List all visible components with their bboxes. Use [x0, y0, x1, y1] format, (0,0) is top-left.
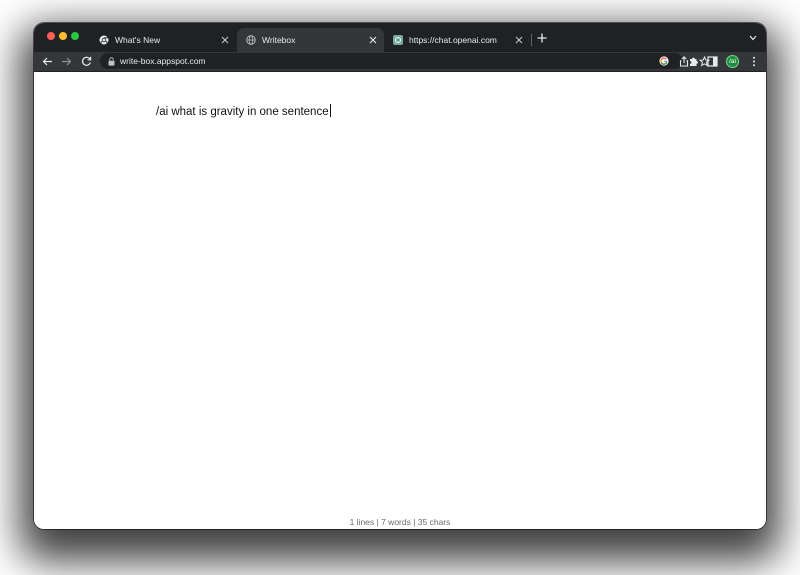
menu-icon[interactable] — [747, 55, 760, 68]
tab-separator — [531, 34, 532, 46]
browser-toolbar: write-box.appspot.com /ai — [34, 52, 766, 72]
tab-search-button[interactable] — [748, 33, 758, 43]
page-content: /ai what is gravity in one sentence 1 li… — [34, 72, 766, 529]
status-bar: 1 lines | 7 words | 35 chars — [349, 517, 451, 527]
openai-icon — [393, 35, 403, 45]
tab-strip: What's New Writebox https://chat.openai.… — [34, 23, 766, 52]
editor-textarea[interactable]: /ai what is gravity in one sentence — [156, 104, 331, 119]
plus-icon — [537, 33, 547, 43]
tab-title: Writebox — [262, 35, 296, 45]
window-close-button[interactable] — [47, 32, 55, 40]
globe-icon — [246, 35, 256, 45]
lock-icon[interactable] — [107, 56, 116, 66]
avatar[interactable]: /ai — [726, 55, 739, 68]
tab-title: https://chat.openai.com — [409, 35, 497, 45]
text-caret — [329, 104, 331, 117]
tab-whats-new[interactable]: What's New — [90, 28, 236, 52]
chevron-down-icon — [749, 35, 757, 41]
forward-icon[interactable] — [60, 55, 73, 68]
tab-chat-openai[interactable]: https://chat.openai.com — [384, 28, 530, 52]
screenshot-stage: What's New Writebox https://chat.openai.… — [0, 0, 800, 575]
side-panel-icon[interactable] — [706, 55, 719, 68]
url-text: write-box.appspot.com — [120, 56, 206, 66]
editor-text: /ai what is gravity in one sentence — [156, 106, 329, 118]
tab-title: What's New — [115, 35, 161, 45]
window-minimize-button[interactable] — [59, 32, 67, 40]
close-icon[interactable] — [513, 34, 524, 45]
close-icon[interactable] — [219, 34, 230, 45]
chrome-icon — [99, 35, 109, 45]
window-zoom-button[interactable] — [71, 32, 79, 40]
browser-window: What's New Writebox https://chat.openai.… — [34, 23, 766, 529]
back-icon[interactable] — [41, 55, 54, 68]
extensions-icon[interactable] — [687, 55, 700, 68]
address-bar[interactable]: write-box.appspot.com — [100, 53, 710, 69]
close-icon[interactable] — [367, 34, 378, 45]
google-icon[interactable] — [658, 55, 670, 67]
tab-writebox[interactable]: Writebox — [237, 28, 384, 52]
new-tab-button[interactable] — [536, 32, 548, 44]
reload-icon[interactable] — [80, 55, 93, 68]
